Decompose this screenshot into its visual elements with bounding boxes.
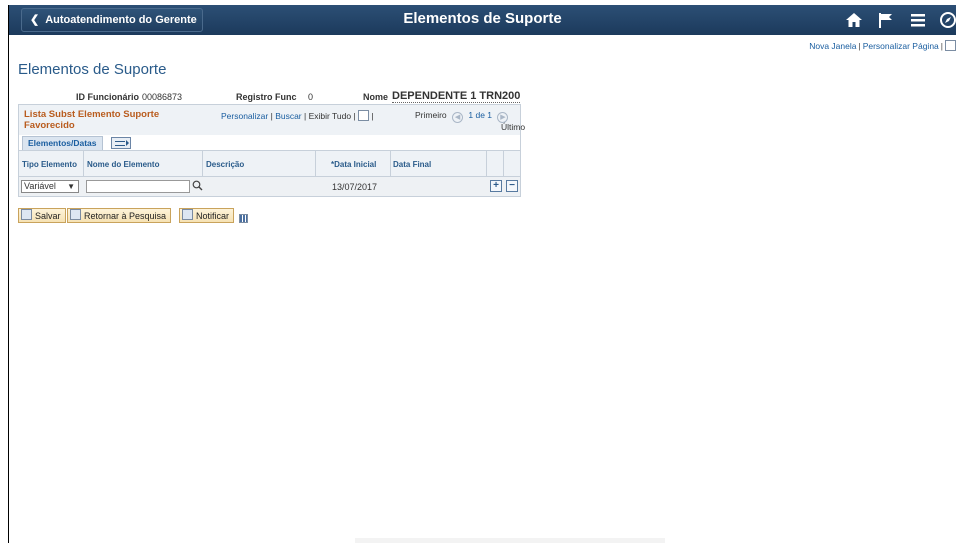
column-header: *Data Inicial	[331, 160, 377, 169]
new-window-link[interactable]: Nova Janela	[809, 41, 856, 51]
lookup-search-icon[interactable]	[192, 180, 203, 194]
element-type-select[interactable]: Variável ▼	[21, 180, 79, 193]
grid-header: Lista Subst Elemento Suporte Favorecido …	[19, 105, 525, 223]
grid-title: Lista Subst Elemento Suporte Favorecido	[24, 109, 160, 131]
save-button[interactable]: Salvar	[18, 208, 66, 223]
column-header: Tipo Elemento	[22, 160, 77, 169]
previous-icon[interactable]: ◀	[452, 112, 464, 123]
menu-icon[interactable]	[909, 11, 927, 33]
top-navigation-bar: ❮ Autoatendimento do Gerente Elementos de…	[9, 5, 956, 35]
column-header: Nome do Elemento	[87, 160, 160, 169]
column-divider	[202, 151, 203, 178]
show-all-columns-icon[interactable]	[111, 137, 131, 149]
element-name-input[interactable]	[86, 180, 190, 193]
bottom-scroll-area	[355, 538, 665, 543]
personalize-link[interactable]: Personalizar	[221, 111, 268, 121]
column-divider	[390, 151, 391, 178]
column-divider	[486, 151, 487, 178]
chevron-down-icon: ▼	[67, 182, 75, 191]
last-label[interactable]: Último	[501, 122, 525, 132]
grid-toolbar: Personalizar | Buscar | Exibir Tudo | |	[221, 110, 374, 223]
view-all-link[interactable]: Exibir Tudo	[309, 111, 352, 121]
header-title: Elementos de Suporte	[403, 10, 562, 27]
employee-id-value: 00086873	[142, 92, 183, 102]
add-row-icon[interactable]: +	[490, 180, 502, 192]
column-divider	[83, 151, 84, 178]
tab-elements-dates[interactable]: Elementos/Datas	[22, 136, 103, 150]
start-date-value: 13/07/2017	[332, 182, 378, 192]
navbar-icon[interactable]	[939, 11, 956, 33]
first-label[interactable]: Primeiro	[415, 110, 447, 120]
employee-id-label: ID Funcionário	[76, 92, 139, 102]
save-icon	[21, 209, 32, 220]
page-title: Elementos de Suporte	[18, 61, 167, 78]
download-grid-icon[interactable]	[239, 214, 248, 223]
record-value: 0	[308, 92, 314, 102]
notify-button[interactable]: Notificar	[179, 208, 235, 223]
home-icon[interactable]	[845, 11, 863, 33]
column-divider	[503, 151, 504, 178]
notify-icon	[182, 209, 193, 220]
zoom-icon[interactable]	[358, 110, 370, 121]
flag-icon[interactable]	[877, 11, 895, 33]
window-border	[8, 5, 9, 543]
record-label: Registro Func	[236, 92, 297, 102]
find-link[interactable]: Buscar	[275, 111, 301, 121]
delete-row-icon[interactable]: −	[506, 180, 518, 192]
column-header: Descrição	[206, 160, 245, 169]
return-search-icon	[70, 209, 81, 220]
page-info: 1 de 1	[468, 110, 493, 120]
personalize-page-link[interactable]: Personalizar Página	[863, 41, 939, 51]
grid-pager: Primeiro ◀ 1 de 1 ▶	[415, 110, 511, 123]
help-icon[interactable]	[945, 40, 956, 51]
name-label: Nome	[363, 92, 389, 102]
page-links: Nova Janela | Personalizar Página |	[809, 40, 956, 51]
return-to-search-button[interactable]: Retornar à Pesquisa	[67, 208, 172, 223]
employee-name: DEPENDENTE 1 TRN200	[392, 90, 521, 103]
column-header: Data Final	[393, 160, 432, 169]
support-elements-grid: Lista Subst Elemento Suporte Favorecido …	[18, 104, 525, 223]
column-divider	[315, 151, 316, 178]
column-header-row: Tipo Elemento Nome do Elemento Descrição…	[19, 150, 520, 178]
table-row: Variável ▼ 13/07/2017 + −	[19, 177, 520, 196]
element-type-value: Variável	[24, 181, 56, 191]
